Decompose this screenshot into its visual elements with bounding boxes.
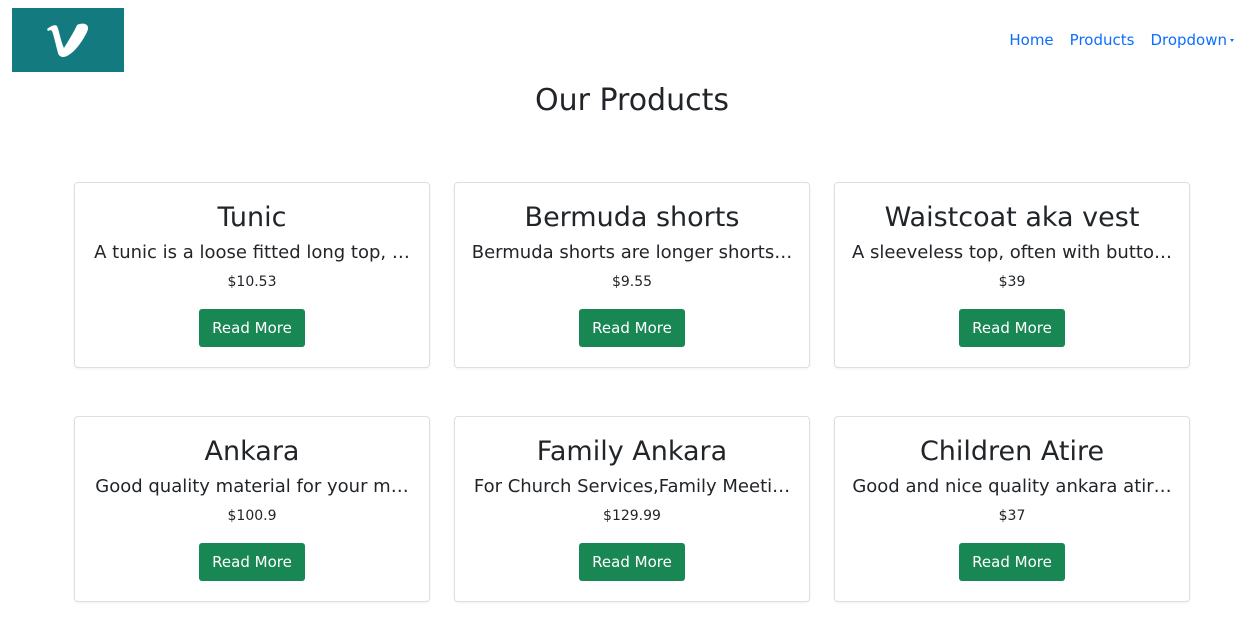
product-name: Waistcoat aka vest [884,202,1140,233]
read-more-button[interactable]: Read More [579,309,685,347]
vimeo-v-logo-icon [47,23,89,57]
product-price: $10.53 [227,274,277,290]
product-price: $39 [998,274,1026,290]
read-more-button[interactable]: Read More [959,543,1065,581]
product-name: Ankara [204,436,300,467]
product-card: Waistcoat aka vest A sleeveless top, oft… [834,182,1190,368]
nav-link-products[interactable]: Products [1062,30,1143,50]
product-card: Family Ankara For Church Services,Family… [454,416,810,602]
product-price: $129.99 [603,508,661,524]
product-price: $9.55 [611,274,653,290]
product-description: Good quality material for your m… [95,476,409,497]
read-more-button[interactable]: Read More [579,543,685,581]
product-description: A sleeveless top, often with butto… [852,242,1172,263]
product-description: For Church Services,Family Meeti… [473,476,791,497]
product-name: Tunic [217,202,287,233]
product-name: Family Ankara [536,436,728,467]
product-card: Bermuda shorts Bermuda shorts are longer… [454,182,810,368]
product-description: A tunic is a loose fitted long top, … [94,242,410,263]
product-card: Ankara Good quality material for your m…… [74,416,430,602]
nav-dropdown-label: Dropdown [1150,31,1227,49]
product-name: Bermuda shorts [524,202,740,233]
product-price: $37 [998,508,1026,524]
product-description: Good and nice quality ankara atir… [852,476,1172,497]
nav-link-home[interactable]: Home [1001,30,1061,50]
product-grid: Tunic A tunic is a loose fitted long top… [74,182,1190,602]
product-card: Children Atire Good and nice quality ank… [834,416,1190,602]
read-more-button[interactable]: Read More [199,309,305,347]
nav-links: Home Products Dropdown [1001,30,1234,50]
nav-dropdown[interactable]: Dropdown [1142,30,1234,50]
product-description: Bermuda shorts are longer shorts… [471,242,793,263]
page-title: Our Products [534,83,730,118]
product-name: Children Atire [919,436,1105,467]
navbar: Home Products Dropdown [0,0,1234,80]
read-more-button[interactable]: Read More [199,543,305,581]
product-price: $100.9 [227,508,277,524]
chevron-down-icon [1230,39,1234,42]
read-more-button[interactable]: Read More [959,309,1065,347]
product-card: Tunic A tunic is a loose fitted long top… [74,182,430,368]
brand-logo[interactable] [12,8,124,72]
